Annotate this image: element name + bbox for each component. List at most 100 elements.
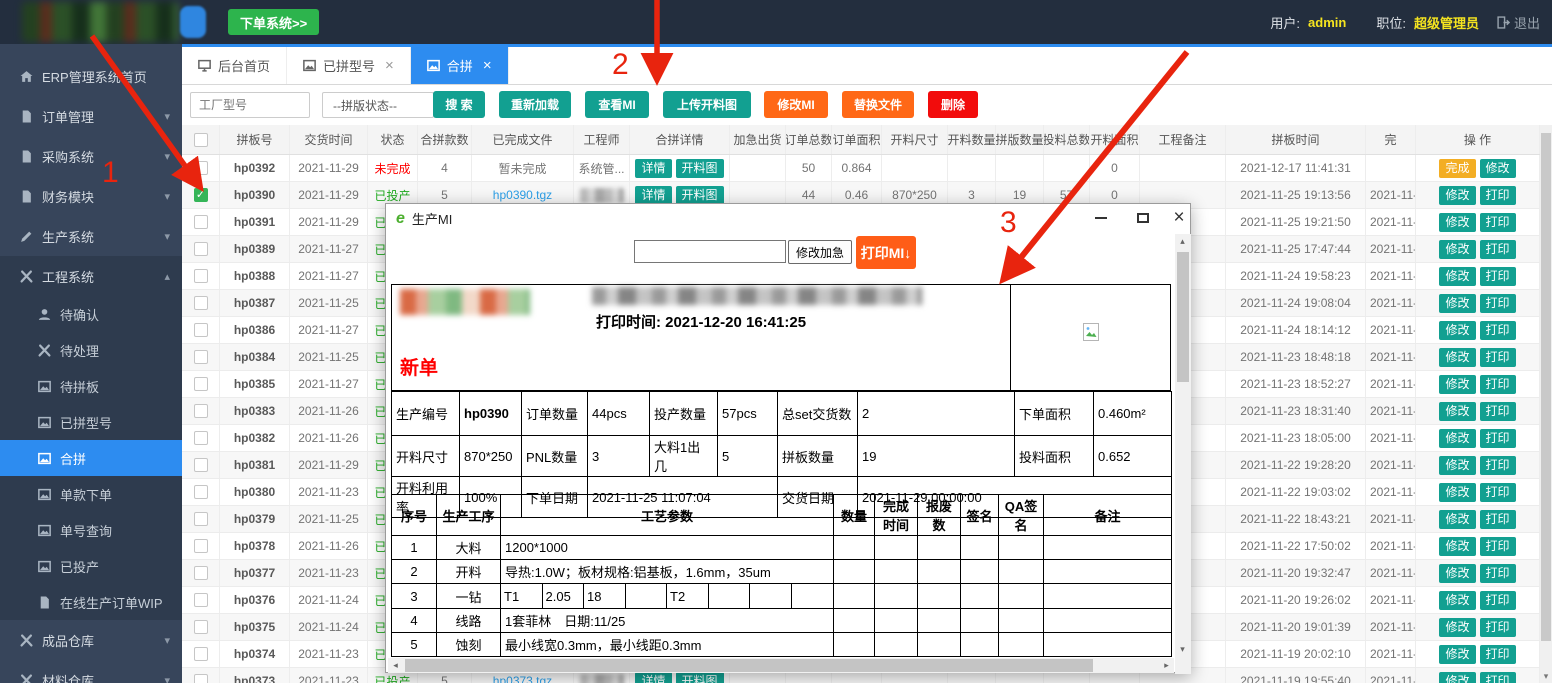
action-button-修改[interactable]: 修改 xyxy=(1439,483,1475,502)
detail-button-开料图[interactable]: 开料图 xyxy=(676,159,724,178)
sidebar-item-工程系统[interactable]: 工程系统▴ xyxy=(0,256,182,296)
action-button-修改[interactable]: 修改 xyxy=(1439,672,1475,683)
page-scrollbar[interactable]: ▾ xyxy=(1540,125,1552,683)
action-button-修改[interactable]: 修改 xyxy=(1439,186,1475,205)
row-checkbox[interactable] xyxy=(194,215,208,229)
row-checkbox[interactable] xyxy=(194,431,208,445)
close-icon[interactable]: × xyxy=(385,57,394,74)
sidebar-item-待拼板[interactable]: 待拼板 xyxy=(0,368,182,404)
toolbar-button-上传开料图[interactable]: 上传开料图 xyxy=(663,91,751,118)
detail-button-开料图[interactable]: 开料图 xyxy=(676,672,724,683)
row-checkbox[interactable] xyxy=(194,512,208,526)
row-checkbox[interactable] xyxy=(194,458,208,472)
action-button-打印[interactable]: 打印 xyxy=(1480,483,1516,502)
sidebar-item-合拼[interactable]: 合拼 xyxy=(0,440,182,476)
action-button-打印[interactable]: 打印 xyxy=(1480,672,1516,683)
close-icon[interactable]: × xyxy=(1166,208,1192,228)
page-scrollbar-thumb[interactable] xyxy=(1541,133,1551,641)
sidebar-item-成品仓库[interactable]: 成品仓库▾ xyxy=(0,620,182,660)
action-button-修改[interactable]: 修改 xyxy=(1439,429,1475,448)
action-button-修改[interactable]: 修改 xyxy=(1439,645,1475,664)
action-button-打印[interactable]: 打印 xyxy=(1480,429,1516,448)
action-button-修改[interactable]: 修改 xyxy=(1439,267,1475,286)
row-checkbox[interactable] xyxy=(194,674,208,683)
row-checkbox[interactable] xyxy=(194,539,208,553)
action-button-修改[interactable]: 修改 xyxy=(1439,402,1475,421)
action-button-修改[interactable]: 修改 xyxy=(1439,618,1475,637)
urgent-note-input[interactable] xyxy=(634,240,786,263)
scroll-down-icon[interactable]: ▾ xyxy=(1175,642,1190,657)
action-button-修改[interactable]: 修改 xyxy=(1439,510,1475,529)
modal-horizontal-scrollbar[interactable]: ◂ ▸ xyxy=(388,658,1174,673)
tab-合拼[interactable]: 合拼× xyxy=(411,47,509,84)
panel-status-select[interactable]: --拼版状态-- xyxy=(322,92,434,118)
detail-button-开料图[interactable]: 开料图 xyxy=(676,186,724,205)
action-button-打印[interactable]: 打印 xyxy=(1480,591,1516,610)
minimize-icon[interactable] xyxy=(1088,208,1114,228)
row-checkbox[interactable] xyxy=(194,620,208,634)
sidebar-item-已投产[interactable]: 已投产 xyxy=(0,548,182,584)
row-checkbox[interactable] xyxy=(194,350,208,364)
row-checkbox[interactable] xyxy=(194,485,208,499)
row-checkbox[interactable] xyxy=(194,242,208,256)
action-button-打印[interactable]: 打印 xyxy=(1480,456,1516,475)
scroll-right-icon[interactable]: ▸ xyxy=(1159,658,1174,673)
action-button-修改[interactable]: 修改 xyxy=(1439,591,1475,610)
tab-后台首页[interactable]: 后台首页 xyxy=(182,47,287,84)
action-button-打印[interactable]: 打印 xyxy=(1480,645,1516,664)
detail-button-详情[interactable]: 详情 xyxy=(635,159,671,178)
toolbar-button-修改MI[interactable]: 修改MI xyxy=(764,91,828,118)
row-checkbox[interactable] xyxy=(194,404,208,418)
toolbar-button-搜索[interactable]: 搜 索 xyxy=(433,91,485,118)
row-checkbox[interactable]: ✓ xyxy=(194,188,208,202)
sidebar-item-生产系统[interactable]: 生产系统▾ xyxy=(0,216,182,256)
row-checkbox[interactable] xyxy=(194,323,208,337)
action-button-修改[interactable]: 修改 xyxy=(1439,375,1475,394)
action-button-打印[interactable]: 打印 xyxy=(1480,294,1516,313)
sidebar-item-单款下单[interactable]: 单款下单 xyxy=(0,476,182,512)
action-button-修改[interactable]: 修改 xyxy=(1439,537,1475,556)
row-checkbox[interactable] xyxy=(194,593,208,607)
modal-title-bar[interactable]: e 生产MI xyxy=(386,204,1190,233)
sidebar-item-已拼型号[interactable]: 已拼型号 xyxy=(0,404,182,440)
modify-urgent-button[interactable]: 修改加急 xyxy=(788,240,852,264)
action-button-打印[interactable]: 打印 xyxy=(1480,240,1516,259)
action-button-打印[interactable]: 打印 xyxy=(1480,537,1516,556)
action-button-修改[interactable]: 修改 xyxy=(1439,321,1475,340)
row-checkbox[interactable] xyxy=(194,161,208,175)
action-button-打印[interactable]: 打印 xyxy=(1480,510,1516,529)
logout-button[interactable]: 退出 xyxy=(1497,13,1540,32)
order-system-button[interactable]: 下单系统>> xyxy=(228,9,319,35)
row-checkbox[interactable] xyxy=(194,647,208,661)
sidebar-item-待处理[interactable]: 待处理 xyxy=(0,332,182,368)
scroll-left-icon[interactable]: ◂ xyxy=(388,658,403,673)
action-button-打印[interactable]: 打印 xyxy=(1480,321,1516,340)
action-button-打印[interactable]: 打印 xyxy=(1480,186,1516,205)
row-checkbox[interactable] xyxy=(194,566,208,580)
sidebar-item-采购系统[interactable]: 采购系统▾ xyxy=(0,136,182,176)
modal-vscroll-thumb[interactable] xyxy=(1177,252,1189,382)
sidebar-item-待确认[interactable]: 待确认 xyxy=(0,296,182,332)
sidebar-item-ERP管理系统首页[interactable]: ERP管理系统首页 xyxy=(0,56,182,96)
file-link[interactable]: hp0373.tgz xyxy=(493,674,552,683)
maximize-icon[interactable] xyxy=(1130,208,1156,228)
tab-已拼型号[interactable]: 已拼型号× xyxy=(287,47,411,84)
detail-button-详情[interactable]: 详情 xyxy=(635,672,671,683)
action-button-打印[interactable]: 打印 xyxy=(1480,348,1516,367)
action-button-打印[interactable]: 打印 xyxy=(1480,402,1516,421)
scroll-down-icon[interactable]: ▾ xyxy=(1540,669,1552,683)
toolbar-button-删除[interactable]: 删除 xyxy=(928,91,978,118)
row-checkbox[interactable] xyxy=(194,269,208,283)
action-button-打印[interactable]: 打印 xyxy=(1480,267,1516,286)
action-button-修改[interactable]: 修改 xyxy=(1439,456,1475,475)
action-button-修改[interactable]: 修改 xyxy=(1439,240,1475,259)
select-all-checkbox[interactable] xyxy=(194,133,208,147)
action-button-修改[interactable]: 修改 xyxy=(1480,159,1516,178)
row-checkbox[interactable] xyxy=(194,377,208,391)
modal-vertical-scrollbar[interactable]: ▴ ▾ xyxy=(1175,234,1191,674)
action-button-修改[interactable]: 修改 xyxy=(1439,294,1475,313)
action-button-完成[interactable]: 完成 xyxy=(1439,159,1475,178)
sidebar-item-订单管理[interactable]: 订单管理▾ xyxy=(0,96,182,136)
sidebar-item-材料仓库[interactable]: 材料仓库▾ xyxy=(0,660,182,683)
sidebar-item-在线生产订单WIP[interactable]: 在线生产订单WIP xyxy=(0,584,182,620)
